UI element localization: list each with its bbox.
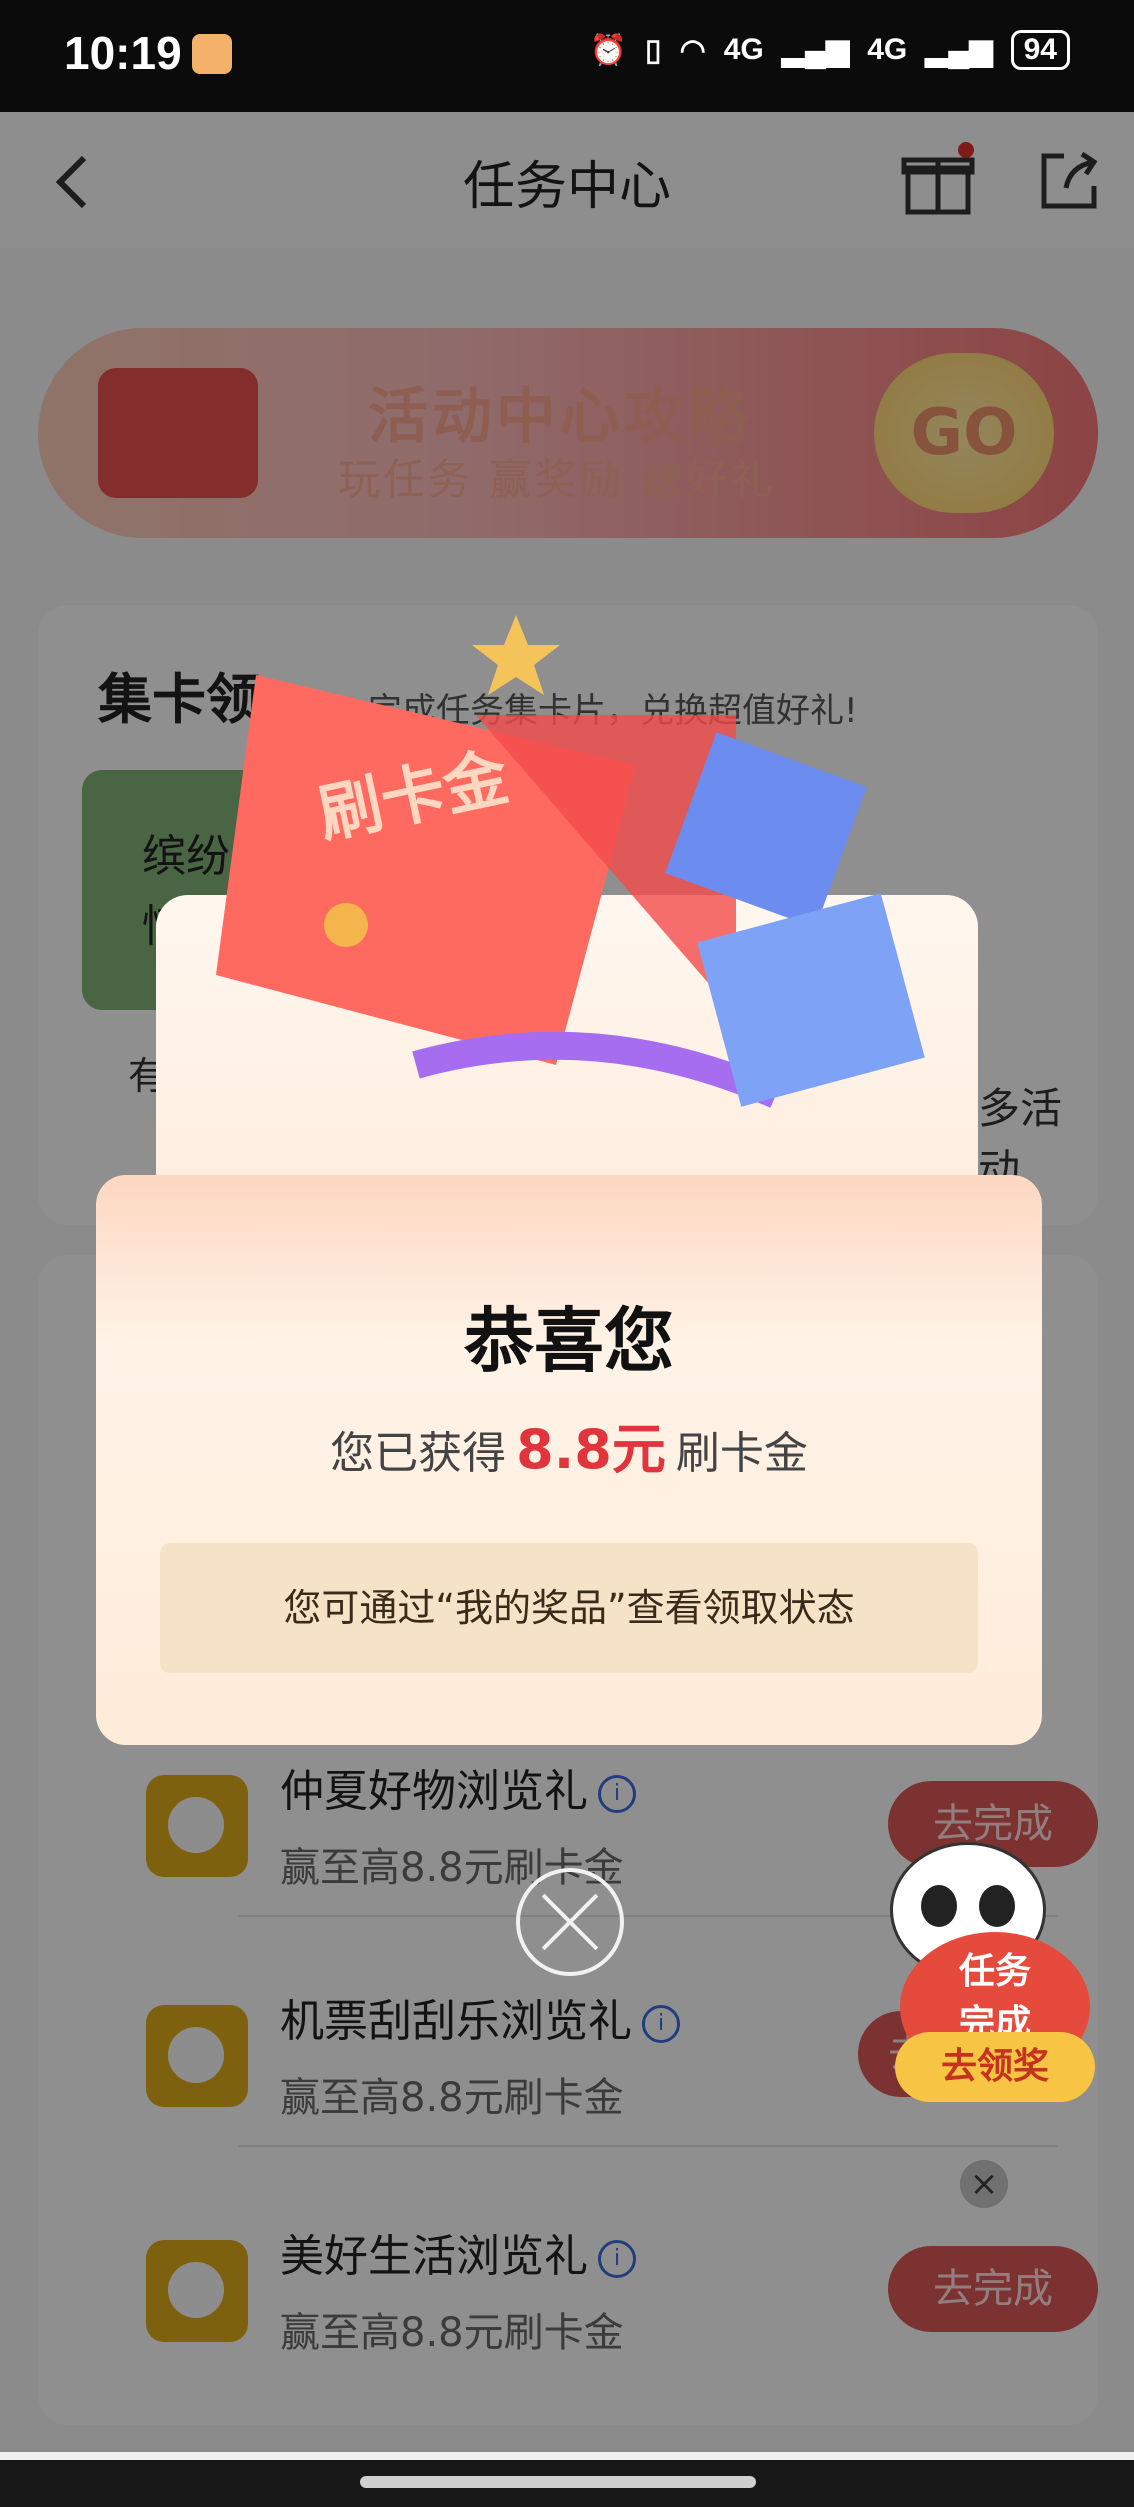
reward-modal: 刷卡金 恭喜您 您已获得 8.8元 刷卡金 您可通过“我的奖品”查看领取状态: [96, 615, 1042, 1745]
close-modal-button[interactable]: [516, 1868, 624, 1976]
panda-eye-icon: [979, 1885, 1015, 1927]
ticket-illustration: [216, 615, 925, 1108]
home-handle[interactable]: [360, 2476, 756, 2488]
alarm-icon: ⏰: [589, 33, 628, 67]
panda-eye-icon: [921, 1885, 957, 1927]
reward-prefix: 您已获得: [330, 1428, 507, 1479]
panda-task-badge[interactable]: 任务 完成 去领奖: [880, 1822, 1100, 2112]
vibrate-icon: ▯: [645, 33, 662, 67]
reward-note[interactable]: 您可通过“我的奖品”查看领取状态: [160, 1543, 978, 1673]
status-bar: 10:19 ⏰ ▯ ◠ 4G ▂▄▆ 4G ▂▄▆ 94: [0, 0, 1134, 112]
reward-line: 您已获得 8.8元 刷卡金: [96, 1405, 1042, 1484]
signal-icon-2: ▂▄▆: [925, 33, 993, 67]
battery-indicator: 94: [1010, 30, 1070, 70]
wifi-icon: ◠: [679, 33, 706, 67]
notification-icon: [192, 34, 232, 74]
signal-icon: ▂▄▆: [781, 33, 850, 67]
clock-time: 10:19: [64, 27, 182, 79]
reward-suffix: 刷卡金: [675, 1428, 808, 1479]
status-icons: ⏰ ▯ ◠ 4G ▂▄▆ 4G ▂▄▆ 94: [590, 30, 1070, 70]
badge-text-1: 任务: [958, 1951, 1031, 1992]
network-label: 4G: [723, 33, 764, 66]
claim-reward-button[interactable]: 去领奖: [895, 2032, 1095, 2102]
network-label-2: 4G: [867, 33, 908, 66]
close-badge-icon[interactable]: ×: [960, 2160, 1008, 2208]
reward-amount: 8.8元: [516, 1418, 666, 1481]
congrats-heading: 恭喜您: [464, 1300, 674, 1382]
